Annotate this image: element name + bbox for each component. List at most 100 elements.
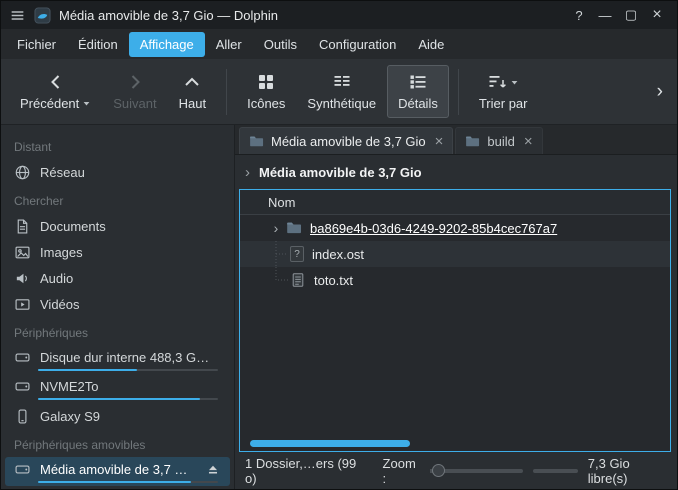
- section-header-distant: Distant: [1, 131, 234, 159]
- tree-guide: [266, 241, 290, 267]
- expand-chevron-icon[interactable]: ›: [266, 221, 286, 235]
- breadcrumb: › Média amovible de 3,7 Gio: [235, 155, 677, 189]
- chevron-down-icon: [82, 99, 91, 108]
- tab-close-icon[interactable]: ×: [524, 134, 533, 149]
- zoom-slider-handle[interactable]: [432, 464, 445, 477]
- tree-guide: [266, 267, 290, 293]
- menu-aller[interactable]: Aller: [205, 32, 253, 57]
- sidebar-item-videos[interactable]: Vidéos: [5, 291, 230, 317]
- tab-media-amovible[interactable]: Média amovible de 3,7 Gio ×: [239, 127, 453, 154]
- menu-fichier[interactable]: Fichier: [6, 32, 67, 57]
- compact-view-icon: [332, 72, 352, 92]
- free-space-bar: [533, 469, 578, 473]
- sort-by-button[interactable]: Trier par: [468, 65, 539, 118]
- main-area: Média amovible de 3,7 Gio × build × › Mé…: [235, 125, 677, 489]
- sort-by-label: Trier par: [479, 96, 528, 111]
- breadcrumb-path[interactable]: Média amovible de 3,7 Gio: [259, 165, 422, 180]
- sidebar-item-disque-dur-interne[interactable]: Disque dur interne 488,3 G…: [5, 345, 230, 374]
- chevron-right-icon[interactable]: ›: [245, 165, 250, 180]
- dolphin-window: Média amovible de 3,7 Gio — Dolphin ? — …: [0, 0, 678, 490]
- maximize-button[interactable]: ▢: [619, 4, 643, 26]
- sidebar-item-label: Réseau: [40, 165, 85, 180]
- sidebar-item-galaxy-s9[interactable]: Galaxy S9: [5, 403, 230, 429]
- sidebar-item-audio[interactable]: Audio: [5, 265, 230, 291]
- free-space-label: 7,3 Gio libre(s): [588, 456, 667, 486]
- tab-label: Média amovible de 3,7 Gio: [271, 134, 426, 149]
- horizontal-scrollbar[interactable]: [250, 440, 410, 447]
- help-button[interactable]: ?: [567, 4, 591, 26]
- menu-outils[interactable]: Outils: [253, 32, 308, 57]
- capacity-bar: [38, 481, 218, 483]
- tab-close-icon[interactable]: ×: [435, 134, 444, 149]
- chevron-down-icon: [510, 78, 519, 87]
- column-header-label: Nom: [268, 195, 295, 210]
- toolbar-overflow-chevron[interactable]: ›: [651, 81, 669, 103]
- menu-aide[interactable]: Aide: [407, 32, 455, 57]
- tab-bar: Média amovible de 3,7 Gio × build ×: [235, 125, 677, 155]
- chevron-left-icon: [46, 72, 66, 92]
- eject-icon[interactable]: [206, 463, 220, 477]
- section-header-chercher: Chercher: [1, 185, 234, 213]
- back-button[interactable]: Précédent: [9, 65, 102, 118]
- details-view-label: Détails: [398, 96, 438, 111]
- phone-icon: [14, 408, 31, 425]
- text-file-icon: [290, 272, 306, 288]
- sidebar-item-nvme2to[interactable]: NVME2To: [5, 374, 230, 403]
- titlebar: Média amovible de 3,7 Gio — Dolphin ? — …: [1, 1, 677, 29]
- status-bar: 1 Dossier,…ers (99 o) Zoom : 7,3 Gio lib…: [235, 452, 677, 489]
- tab-build[interactable]: build ×: [455, 127, 542, 154]
- column-header-nom[interactable]: Nom: [240, 190, 670, 215]
- file-name: toto.txt: [314, 273, 353, 288]
- sidebar-item-label: Vidéos: [40, 297, 80, 312]
- file-name: ba869e4b-03d6-4249-9202-85b4cec767a7: [310, 221, 557, 236]
- file-row-folder[interactable]: › ba869e4b-03d6-4249-9202-85b4cec767a7: [240, 215, 670, 241]
- sidebar-item-reseau[interactable]: Réseau: [5, 159, 230, 185]
- unknown-file-icon: ?: [290, 246, 304, 262]
- menu-affichage[interactable]: Affichage: [129, 32, 205, 57]
- icons-view-label: Icônes: [247, 96, 285, 111]
- forward-button[interactable]: Suivant: [102, 65, 167, 118]
- up-label: Haut: [179, 96, 206, 111]
- sidebar-item-label: Média amovible de 3,7 …: [40, 462, 187, 477]
- menu-edition[interactable]: Édition: [67, 32, 129, 57]
- chevron-up-icon: [182, 72, 202, 92]
- usb-drive-icon: [14, 461, 31, 478]
- sidebar-item-label: Documents: [40, 219, 106, 234]
- tab-label: build: [487, 134, 514, 149]
- sort-icon: [487, 72, 507, 92]
- section-header-peripheriques: Périphériques: [1, 317, 234, 345]
- minimize-button[interactable]: —: [593, 4, 617, 26]
- file-rows: › ba869e4b-03d6-4249-9202-85b4cec767a7 ?…: [240, 215, 670, 451]
- back-label: Précédent: [20, 96, 79, 111]
- icons-view-button[interactable]: Icônes: [236, 65, 296, 118]
- icons-view-icon: [256, 72, 276, 92]
- file-name: index.ost: [312, 247, 364, 262]
- app-menu-icon[interactable]: [9, 7, 26, 24]
- sidebar-item-label: Audio: [40, 271, 73, 286]
- capacity-bar: [38, 398, 218, 400]
- sidebar-item-media-amovible[interactable]: Média amovible de 3,7 …: [5, 457, 230, 486]
- forward-label: Suivant: [113, 96, 156, 111]
- details-view-button[interactable]: Détails: [387, 65, 449, 118]
- zoom-slider[interactable]: [430, 469, 523, 473]
- close-button[interactable]: ×: [645, 4, 669, 26]
- file-row-toto-txt[interactable]: toto.txt: [240, 267, 670, 293]
- audio-icon: [14, 270, 31, 287]
- compact-view-button[interactable]: Synthétique: [296, 65, 387, 118]
- network-icon: [14, 164, 31, 181]
- menu-configuration[interactable]: Configuration: [308, 32, 407, 57]
- file-row-index-ost[interactable]: ? index.ost: [240, 241, 670, 267]
- zoom-label: Zoom :: [383, 456, 421, 486]
- sidebar-item-label: Disque dur interne 488,3 G…: [40, 350, 209, 365]
- toolbar: Précédent Suivant Haut Icônes Synthétiqu…: [1, 59, 677, 125]
- document-icon: [14, 218, 31, 235]
- up-button[interactable]: Haut: [168, 65, 217, 118]
- sidebar-item-label: Images: [40, 245, 83, 260]
- sidebar-item-images[interactable]: Images: [5, 239, 230, 265]
- menubar: Fichier Édition Affichage Aller Outils C…: [1, 29, 677, 59]
- items-summary: 1 Dossier,…ers (99 o): [245, 456, 363, 486]
- toolbar-separator: [458, 69, 459, 115]
- sidebar-item-documents[interactable]: Documents: [5, 213, 230, 239]
- sidebar-item-label: Galaxy S9: [40, 409, 100, 424]
- folder-icon: [249, 134, 264, 149]
